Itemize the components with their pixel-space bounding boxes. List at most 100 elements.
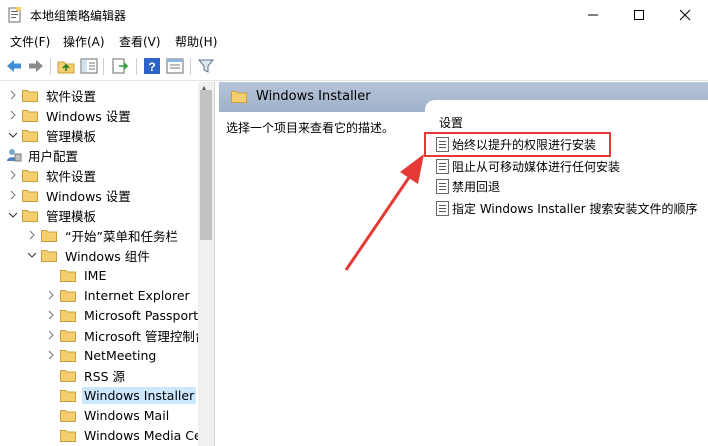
tree-item[interactable]: Windows 设置	[8, 185, 133, 205]
tree-item-label: RSS 源	[84, 368, 126, 384]
folder-icon	[60, 429, 76, 442]
back-arrow-icon[interactable]	[5, 57, 23, 75]
tree-item[interactable]: “开始”菜单和任务栏	[27, 225, 180, 245]
tree-item[interactable]: Windows 组件	[27, 245, 152, 265]
setting-item[interactable]: 指定 Windows Installer 搜索安装文件的顺序	[436, 198, 697, 218]
folder-icon	[41, 249, 57, 262]
tree-item-label: Windows Installer	[82, 386, 197, 404]
chevron-right-icon[interactable]	[8, 190, 18, 200]
folder-icon	[60, 269, 76, 282]
chevron-right-icon[interactable]	[46, 350, 56, 360]
setting-label: 禁用回退	[452, 179, 501, 194]
tree-item[interactable]: 管理模板	[8, 125, 98, 145]
tree-item[interactable]: Microsoft 管理控制台	[46, 325, 209, 345]
menu-bar: 文件(F) 操作(A) 查看(V) 帮助(H)	[0, 30, 708, 52]
tree-item-label: Internet Explorer	[84, 287, 190, 303]
menu-file[interactable]: 文件(F)	[10, 33, 50, 50]
tree-item[interactable]: RSS 源	[46, 365, 127, 385]
chevron-down-icon[interactable]	[8, 130, 18, 140]
window-title: 本地组策略编辑器	[30, 9, 127, 23]
tree-item-label: 用户配置	[28, 148, 79, 164]
tree-item[interactable]: 软件设置	[8, 165, 98, 185]
close-icon	[679, 9, 691, 21]
folder-icon	[60, 289, 76, 302]
chevron-placeholder	[46, 410, 56, 420]
maximize-button[interactable]	[616, 0, 662, 30]
chevron-right-icon[interactable]	[46, 330, 56, 340]
minimize-button[interactable]	[570, 0, 616, 30]
folder-icon	[22, 169, 38, 182]
tree-item-label: NetMeeting	[84, 347, 157, 363]
chevron-placeholder	[46, 430, 56, 440]
chevron-right-icon[interactable]	[8, 110, 18, 120]
tree-item[interactable]: Internet Explorer	[46, 285, 192, 305]
tree-item-label: Microsoft 管理控制台	[84, 328, 208, 344]
chevron-down-icon[interactable]	[8, 210, 18, 220]
folder-icon	[22, 129, 38, 142]
setting-item[interactable]: 禁用回退	[436, 176, 500, 196]
annotation-arrow-icon	[344, 154, 424, 271]
tree-item-label: IME	[84, 267, 107, 283]
help-icon[interactable]: ?	[143, 57, 161, 75]
tree-item[interactable]: Windows Mail	[46, 405, 171, 425]
tree-item-label: Windows Media Center	[84, 427, 215, 443]
tree-item[interactable]: Windows Media Center	[46, 425, 215, 445]
filter-icon[interactable]	[197, 57, 215, 75]
folder-icon	[60, 329, 76, 342]
chevron-right-icon[interactable]	[8, 170, 18, 180]
up-folder-icon[interactable]	[57, 57, 75, 75]
show-hide-tree-icon[interactable]	[80, 57, 98, 75]
tree-item-label: Windows Mail	[84, 407, 170, 423]
chevron-placeholder	[46, 390, 56, 400]
folder-icon	[60, 369, 76, 382]
tree-item[interactable]: Microsoft Passport	[46, 305, 200, 325]
chevron-placeholder	[46, 270, 56, 280]
tree-item-label: Windows 设置	[46, 108, 131, 124]
tree-item-label: “开始”菜单和任务栏	[65, 228, 178, 244]
tree-item[interactable]: NetMeeting	[46, 345, 158, 365]
chevron-down-icon[interactable]	[27, 250, 37, 260]
menu-view[interactable]: 查看(V)	[119, 33, 161, 50]
tree-item-label: Windows 组件	[65, 248, 150, 264]
tree-item[interactable]: 软件设置	[8, 85, 98, 105]
forward-arrow-icon[interactable]	[27, 57, 45, 75]
tree-item[interactable]: IME	[46, 265, 108, 285]
policy-editor-icon	[8, 7, 21, 23]
chevron-right-icon[interactable]	[27, 230, 37, 240]
tree-pane: 软件设置 Windows 设置 管理模板 用户配置 软件设置 Windows 设置 管理模板…	[0, 82, 215, 446]
folder-icon	[60, 349, 76, 362]
description-text: 选择一个项目来查看它的描述。	[226, 121, 395, 135]
folder-icon	[41, 229, 57, 242]
settings-tab-shape	[425, 100, 708, 114]
maximize-icon	[634, 10, 644, 20]
properties-icon[interactable]	[166, 57, 184, 75]
details-title: Windows Installer	[256, 89, 371, 104]
tree-item-label: 管理模板	[46, 128, 97, 144]
tree-item[interactable]: 管理模板	[8, 205, 98, 225]
chevron-right-icon[interactable]	[46, 290, 56, 300]
settings-column-header[interactable]: 设置	[439, 114, 463, 131]
tree-item-label: 管理模板	[46, 208, 97, 224]
tree-scrollbar-thumb[interactable]	[200, 90, 212, 240]
tree-item-label: Microsoft Passport	[84, 307, 199, 323]
folder-icon	[60, 389, 76, 402]
setting-item[interactable]: 阻止从可移动媒体进行任何安装	[436, 156, 620, 176]
highlight-box	[424, 132, 611, 157]
export-list-icon[interactable]	[111, 57, 129, 75]
folder-icon	[231, 91, 247, 103]
tree-item[interactable]: Windows Installer	[46, 385, 197, 405]
folder-icon	[60, 309, 76, 322]
tree-item[interactable]: Windows 设置	[8, 105, 133, 125]
minimize-icon	[588, 14, 598, 16]
title-bar: 本地组策略编辑器	[0, 0, 708, 30]
toolbar: ?	[0, 52, 708, 81]
tree-item-label: Windows 设置	[46, 188, 131, 204]
chevron-right-icon[interactable]	[8, 90, 18, 100]
menu-help[interactable]: 帮助(H)	[175, 33, 217, 50]
folder-icon	[22, 89, 38, 102]
svg-text:?: ?	[148, 60, 155, 74]
menu-action[interactable]: 操作(A)	[63, 33, 105, 50]
chevron-right-icon[interactable]	[46, 310, 56, 320]
close-button[interactable]	[662, 0, 708, 30]
tree-item[interactable]: 用户配置	[6, 145, 80, 165]
